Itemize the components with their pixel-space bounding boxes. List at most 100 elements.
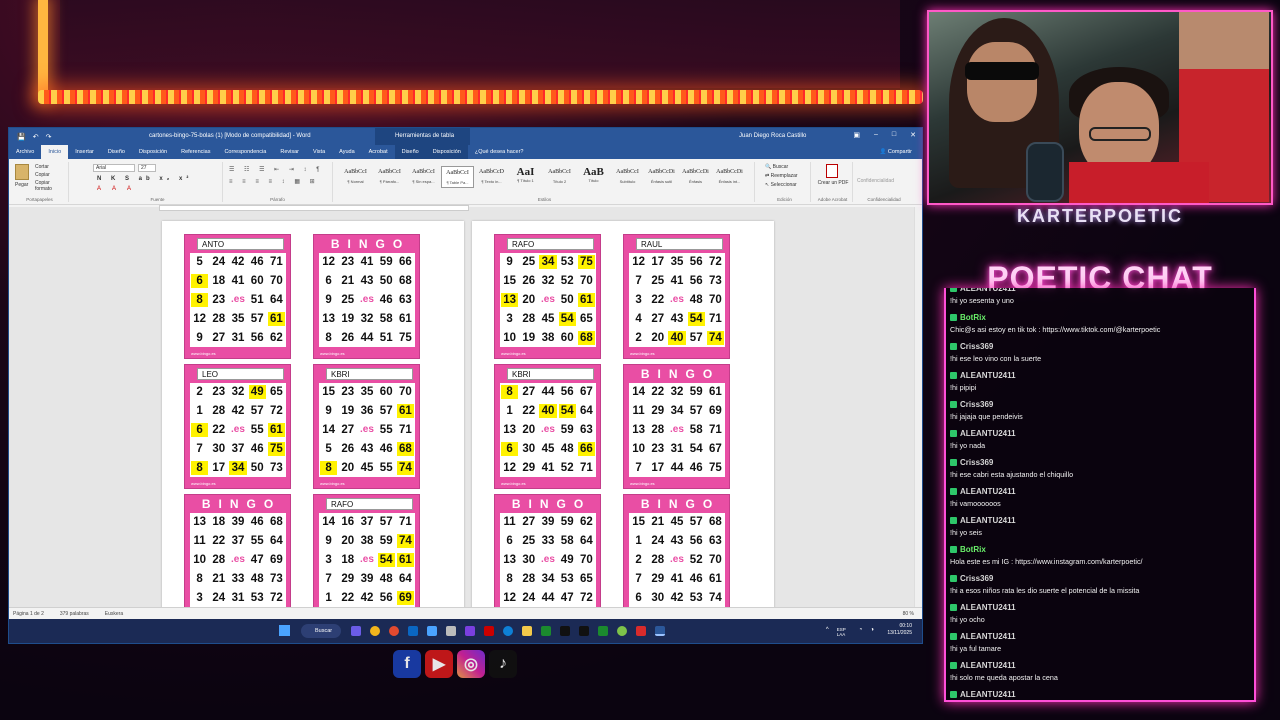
bingo-number[interactable]: 49: [559, 553, 576, 567]
app-icon[interactable]: [389, 626, 399, 636]
bingo-number[interactable]: 23: [210, 293, 227, 307]
bingo-number[interactable]: 16: [339, 515, 356, 529]
bingo-number[interactable]: 13: [191, 515, 208, 529]
bingo-number[interactable]: 14: [320, 423, 337, 437]
chat-username[interactable]: ALEANTU2411: [960, 429, 1016, 438]
bingo-number[interactable]: 1: [191, 404, 208, 418]
taskbar-search[interactable]: Buscar: [301, 624, 341, 638]
bingo-number[interactable]: 3: [630, 293, 647, 307]
bingo-number[interactable]: 47: [249, 553, 266, 567]
bingo-number[interactable]: 39: [229, 515, 246, 529]
bingo-number[interactable]: 61: [267, 311, 285, 326]
bingo-number[interactable]: 43: [668, 534, 685, 548]
chat-username[interactable]: ALEANTU2411: [960, 632, 1016, 641]
tab-5[interactable]: Referencias: [174, 145, 217, 159]
bingo-number[interactable]: 30: [520, 553, 537, 567]
bingo-number[interactable]: 28: [649, 423, 666, 437]
app-icon[interactable]: [598, 626, 608, 636]
bingo-number[interactable]: 75: [397, 331, 414, 345]
bingo-number[interactable]: 60: [378, 385, 395, 399]
style-item[interactable]: AaBbCcI Subtítulo: [611, 166, 644, 188]
bingo-number[interactable]: 7: [630, 274, 647, 288]
bingo-number[interactable]: 64: [397, 572, 414, 586]
bingo-number[interactable]: .es: [358, 293, 375, 307]
bingo-number[interactable]: 58: [378, 312, 395, 326]
bingo-number[interactable]: 18: [210, 274, 227, 288]
chat-username[interactable]: ALEANTU2411: [960, 690, 1016, 699]
bingo-number[interactable]: 52: [688, 553, 705, 567]
bingo-number[interactable]: 57: [249, 404, 266, 418]
bingo-number[interactable]: 15: [320, 385, 337, 399]
bingo-number[interactable]: 31: [229, 591, 246, 605]
bingo-card[interactable]: BINGOKBRI8274456671224054641320.es596363…: [494, 364, 601, 489]
bingo-number[interactable]: .es: [539, 423, 556, 437]
document-area[interactable]: BINGOANTO524424671618416070823.es5164122…: [9, 207, 922, 619]
bingo-number[interactable]: 50: [559, 293, 576, 307]
bingo-number[interactable]: 44: [539, 591, 556, 605]
bingo-number[interactable]: 37: [229, 442, 246, 456]
bingo-number[interactable]: 7: [630, 461, 647, 475]
bingo-number[interactable]: 22: [649, 293, 666, 307]
bingo-number[interactable]: 6: [191, 274, 209, 289]
bingo-number[interactable]: 38: [358, 534, 375, 548]
bingo-number[interactable]: 15: [501, 274, 518, 288]
chat-username[interactable]: Criss369: [960, 458, 993, 467]
bingo-number[interactable]: 41: [668, 274, 685, 288]
bingo-number[interactable]: 42: [229, 404, 246, 418]
bingo-number[interactable]: 74: [396, 460, 414, 475]
wifi-icon[interactable]: ◔: [859, 627, 863, 637]
bingo-number[interactable]: 23: [210, 385, 227, 399]
bingo-number[interactable]: 8: [191, 572, 208, 586]
bingo-number[interactable]: 69: [707, 404, 724, 418]
word-icon[interactable]: [655, 626, 665, 636]
bingo-number[interactable]: 9: [501, 255, 518, 269]
app-icon[interactable]: [617, 626, 627, 636]
bingo-number[interactable]: 61: [577, 292, 595, 307]
bingo-number[interactable]: 52: [559, 461, 576, 475]
bingo-number[interactable]: 46: [378, 442, 395, 456]
bingo-number[interactable]: 20: [339, 461, 356, 475]
close-button[interactable]: ✕: [910, 131, 916, 139]
bingo-number[interactable]: 45: [539, 312, 556, 326]
bingo-number[interactable]: 43: [358, 274, 375, 288]
bingo-number[interactable]: 31: [668, 442, 685, 456]
bingo-number[interactable]: 53: [559, 572, 576, 586]
bingo-number[interactable]: 45: [358, 461, 375, 475]
bingo-number[interactable]: 7: [191, 442, 208, 456]
bingo-number[interactable]: 71: [268, 255, 285, 269]
bingo-number[interactable]: 44: [358, 331, 375, 345]
app-icon[interactable]: [351, 626, 361, 636]
bingo-number[interactable]: 69: [268, 553, 285, 567]
bingo-number[interactable]: 57: [688, 331, 705, 345]
bingo-number[interactable]: 12: [191, 312, 208, 326]
bingo-number[interactable]: 63: [397, 293, 414, 307]
bingo-number[interactable]: 25: [649, 274, 666, 288]
tab-11[interactable]: Diseño: [394, 145, 426, 159]
bingo-number[interactable]: 2: [630, 553, 647, 567]
bingo-number[interactable]: 12: [630, 255, 647, 269]
chat-username[interactable]: ALEANTU2411: [960, 603, 1016, 612]
bingo-number[interactable]: 3: [191, 591, 208, 605]
bingo-number[interactable]: 9: [191, 331, 208, 345]
bingo-number[interactable]: 41: [358, 255, 375, 269]
bingo-number[interactable]: 28: [210, 404, 227, 418]
bingo-number[interactable]: 8: [191, 460, 209, 475]
bingo-number[interactable]: 52: [559, 274, 576, 288]
bingo-number[interactable]: 18: [210, 515, 227, 529]
bingo-number[interactable]: 7: [630, 572, 647, 586]
bingo-number[interactable]: 55: [249, 423, 266, 437]
bingo-number[interactable]: 17: [649, 255, 666, 269]
bingo-number[interactable]: 49: [248, 385, 266, 400]
bingo-number[interactable]: 2: [191, 385, 208, 399]
word-count[interactable]: 379 palabras: [60, 611, 89, 617]
bingo-number[interactable]: 59: [559, 423, 576, 437]
bingo-number[interactable]: 3: [320, 553, 337, 567]
bingo-number[interactable]: 13: [501, 553, 518, 567]
page-count[interactable]: Página 1 de 2: [13, 611, 44, 617]
bingo-number[interactable]: 57: [249, 312, 266, 326]
bingo-number[interactable]: 35: [358, 385, 375, 399]
bingo-number[interactable]: 19: [339, 404, 356, 418]
tab-7[interactable]: Revisar: [273, 145, 306, 159]
bingo-card[interactable]: BINGOKBRI15233560709193657611427.es55715…: [313, 364, 420, 489]
bingo-number[interactable]: 8: [501, 572, 518, 586]
